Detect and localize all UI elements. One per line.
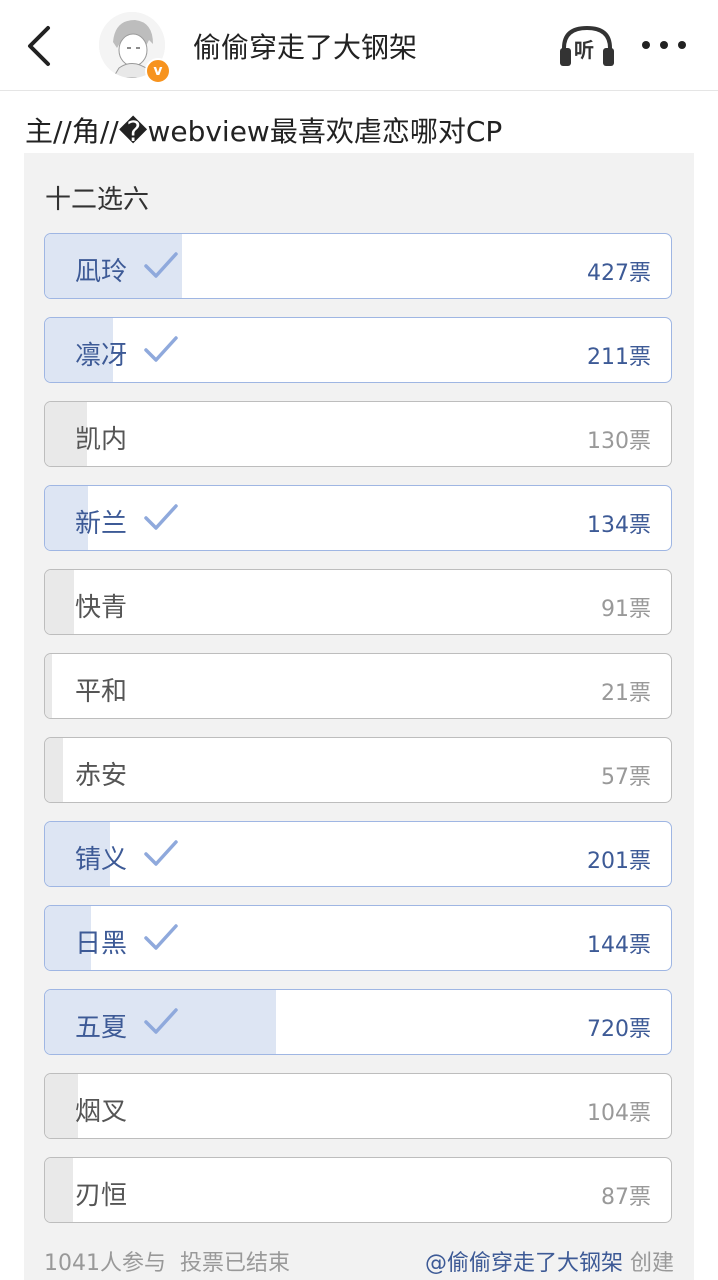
poll-option-votes: 720票: [587, 1017, 651, 1042]
poll-option-label: 赤安: [75, 761, 128, 791]
verified-badge-icon: v: [145, 58, 171, 84]
poll-option-votes: 57票: [601, 765, 651, 790]
checkmark-icon: [144, 1008, 178, 1034]
poll-option-votes: 144票: [587, 933, 651, 958]
vote-share-fill: [45, 570, 75, 634]
poll-option-label: 锖义: [75, 845, 128, 875]
poll-option-label: 新兰: [75, 509, 128, 539]
more-options-icon[interactable]: [640, 30, 688, 60]
poll-option[interactable]: 五夏 720票: [44, 989, 672, 1055]
listen-label: 听: [574, 38, 594, 62]
poll-option-label: 凯内: [75, 425, 128, 455]
poll-footer-stats: 1041人参与 投票已结束: [44, 1245, 290, 1277]
poll-card: 十二选六 凪玲 427票凛冴 211票凯内 130票新兰 134票快青 91票平和 21票赤…: [24, 153, 694, 1280]
back-arrow-icon[interactable]: [22, 24, 62, 68]
poll-option[interactable]: 快青 91票: [44, 569, 672, 635]
poll-option-votes: 91票: [601, 597, 651, 622]
poll-option-label: 日黑: [75, 929, 128, 959]
created-label: 创建: [629, 1251, 674, 1276]
checkmark-icon: [144, 504, 178, 530]
poll-option-votes: 87票: [601, 1185, 651, 1210]
poll-option[interactable]: 刃恒 87票: [44, 1157, 672, 1223]
poll-option[interactable]: 凪玲 427票: [44, 233, 672, 299]
poll-option-label: 刃恒: [75, 1181, 128, 1211]
poll-option-label: 凪玲: [75, 257, 128, 287]
poll-status: 投票已结束: [180, 1251, 291, 1276]
top-nav-bar: v 偷偷穿走了大钢架 听: [0, 0, 718, 91]
poll-type-label: 十二选六: [45, 185, 150, 215]
poll-option-votes: 427票: [587, 261, 651, 286]
poll-option-label: 五夏: [75, 1013, 128, 1043]
poll-option-votes: 130票: [587, 429, 651, 454]
poll-option[interactable]: 凛冴 211票: [44, 317, 672, 383]
vote-share-fill: [45, 1158, 73, 1222]
vote-share-fill: [45, 1074, 79, 1138]
participants-count: 1041人参与: [44, 1251, 166, 1276]
poll-option-votes: 104票: [587, 1101, 651, 1126]
poll-option[interactable]: 日黑 144票: [44, 905, 672, 971]
checkmark-icon: [144, 252, 178, 278]
poll-creator-info: @偷偷穿走了大钢架 创建: [425, 1245, 674, 1277]
poll-option-votes: 21票: [601, 681, 651, 706]
poll-option-label: 平和: [75, 677, 128, 707]
post-title: 主//角//�webview最喜欢虐恋哪对CP: [25, 115, 503, 148]
vote-share-fill: [45, 654, 52, 718]
poll-option-label: 凛冴: [75, 341, 128, 371]
poll-option-label: 快青: [75, 593, 128, 623]
poll-option-votes: 211票: [587, 345, 651, 370]
poll-option[interactable]: 凯内 130票: [44, 401, 672, 467]
listen-button[interactable]: 听: [558, 22, 616, 70]
poll-option[interactable]: 平和 21票: [44, 653, 672, 719]
checkmark-icon: [144, 336, 178, 362]
creator-link[interactable]: @偷偷穿走了大钢架: [425, 1251, 623, 1276]
poll-option[interactable]: 赤安 57票: [44, 737, 672, 803]
vote-share-fill: [45, 738, 64, 802]
checkmark-icon: [144, 840, 178, 866]
poll-option[interactable]: 烟叉 104票: [44, 1073, 672, 1139]
poll-option[interactable]: 新兰 134票: [44, 485, 672, 551]
poll-option-votes: 134票: [587, 513, 651, 538]
poll-option[interactable]: 锖义 201票: [44, 821, 672, 887]
poll-option-votes: 201票: [587, 849, 651, 874]
username[interactable]: 偷偷穿走了大钢架: [193, 26, 417, 66]
checkmark-icon: [144, 924, 178, 950]
poll-option-label: 烟叉: [75, 1097, 128, 1127]
